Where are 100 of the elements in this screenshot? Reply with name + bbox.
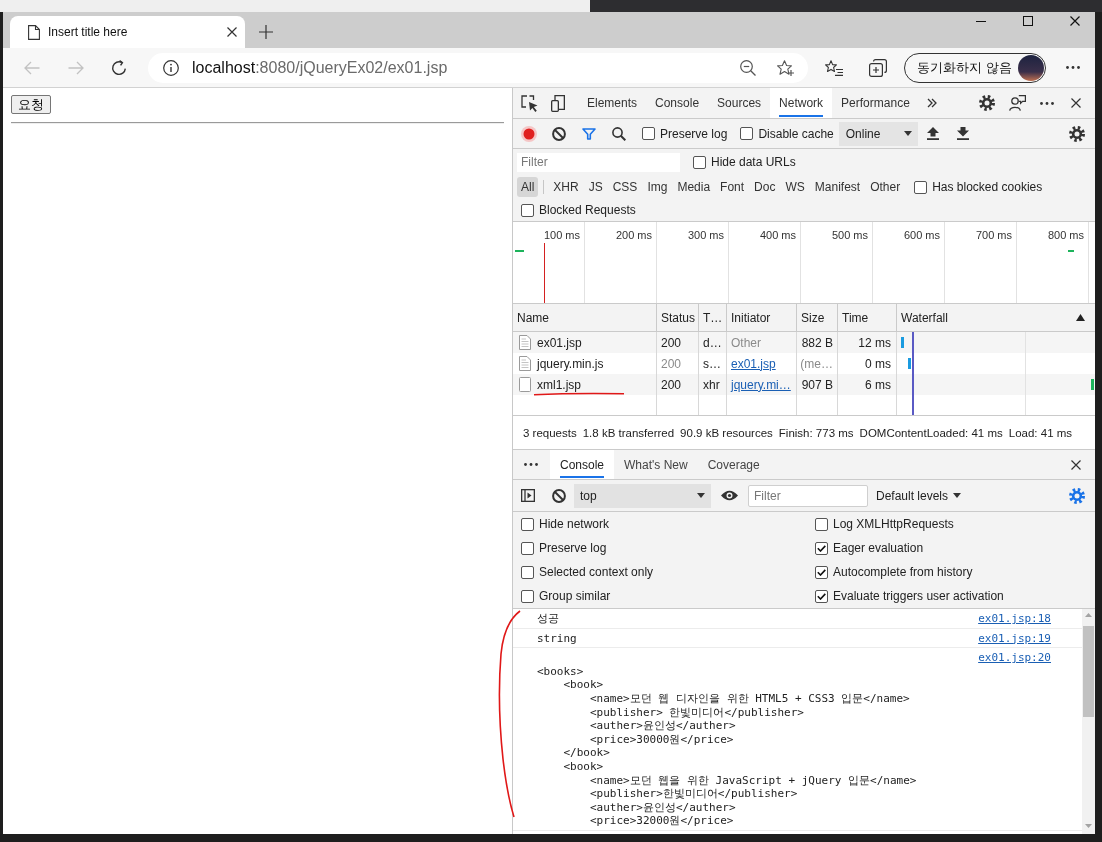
checkbox-label[interactable]: Preserve log (660, 126, 728, 141)
settings-icon[interactable] (1069, 125, 1085, 142)
drawer-tab[interactable]: Coverage (697, 450, 770, 479)
minimize-icon[interactable] (976, 20, 986, 22)
filter-field[interactable]: Filter (517, 152, 680, 172)
devtools-tab[interactable]: Console (646, 88, 709, 118)
checkbox-label[interactable]: Log XMLHttpRequests (833, 517, 954, 531)
type-filter-button[interactable]: Doc (750, 177, 780, 197)
info-icon[interactable] (163, 59, 179, 76)
request-name[interactable]: xml1.jsp (537, 377, 581, 392)
drawer-tab[interactable]: Console (550, 450, 615, 479)
checkbox[interactable] (740, 127, 754, 140)
type-filter-button[interactable]: Font (716, 177, 749, 197)
context-select[interactable]: top (574, 483, 711, 508)
collections-icon[interactable] (869, 58, 887, 77)
maximize-icon[interactable] (1023, 16, 1033, 26)
checkbox-label[interactable]: Group similar (539, 589, 611, 603)
type-filter-button[interactable]: WS (781, 177, 809, 197)
devtools-tab[interactable]: Sources (708, 88, 771, 118)
type-filter-button[interactable]: XHR (549, 177, 583, 197)
request-name[interactable]: ex01.jsp (537, 335, 582, 350)
devtools-tab[interactable]: Elements (578, 88, 647, 118)
type-filter-button[interactable]: Manifest (810, 177, 865, 197)
checkbox-label[interactable]: Autocomplete from history (833, 565, 973, 579)
checkbox-label[interactable]: Evaluate triggers user activation (833, 589, 1004, 603)
checkbox-label[interactable]: Blocked Requests (539, 203, 636, 217)
initiator-link[interactable]: ex01.jsp (731, 356, 776, 371)
request-button[interactable]: 요청 (11, 95, 51, 114)
more-icon[interactable] (524, 463, 538, 466)
column-header[interactable]: Size (797, 304, 838, 331)
close-icon[interactable] (1071, 98, 1081, 108)
log-levels-dropdown[interactable]: Default levels (876, 488, 962, 503)
table-row[interactable]: ex01.jsp 200 d… Other 882 B 12 ms (513, 332, 1095, 353)
clear-icon[interactable] (552, 488, 566, 503)
refresh-icon[interactable] (111, 59, 127, 76)
type-filter-button[interactable]: Img (643, 177, 672, 197)
checkbox[interactable] (693, 155, 706, 169)
devtools-tab[interactable]: Performance (832, 88, 919, 118)
checkbox[interactable] (815, 541, 828, 555)
record-icon[interactable] (521, 125, 537, 142)
checkbox[interactable] (521, 589, 534, 603)
device-icon[interactable] (551, 94, 565, 112)
checkbox-label[interactable]: Disable cache (758, 126, 834, 141)
checkbox[interactable] (642, 127, 655, 140)
feedback-icon[interactable] (1009, 95, 1026, 111)
checkbox-label[interactable]: Selected context only (539, 565, 654, 579)
type-filter-button[interactable]: Media (673, 177, 715, 197)
more-icon[interactable] (1040, 101, 1054, 105)
checkbox-label[interactable]: Hide network (539, 517, 610, 531)
upload-icon[interactable] (926, 127, 939, 140)
favorites-icon[interactable] (825, 59, 843, 76)
drawer-tab[interactable]: What's New (614, 450, 698, 479)
more-icon[interactable] (1065, 66, 1080, 69)
more-tabs-icon[interactable] (926, 98, 937, 108)
checkbox[interactable] (815, 565, 828, 579)
checkbox[interactable] (521, 517, 534, 531)
checkbox[interactable] (815, 517, 828, 531)
checkbox-label[interactable]: Preserve log (539, 541, 607, 555)
table-row[interactable]: xml1.jsp 200 xhr jquery.mi… 907 B 6 ms (513, 374, 1095, 395)
source-link[interactable]: ex01.jsp:19 (978, 631, 1051, 646)
filter-icon[interactable] (582, 127, 596, 140)
checkbox[interactable] (521, 203, 534, 217)
filter-field[interactable]: Filter (748, 484, 868, 507)
eye-icon[interactable] (721, 490, 738, 501)
new-tab-icon[interactable] (259, 25, 273, 39)
type-filter-button[interactable]: All (517, 177, 539, 197)
checkbox[interactable] (815, 589, 828, 603)
inspect-icon[interactable] (521, 94, 538, 112)
column-header[interactable]: Name (513, 304, 657, 331)
address-bar[interactable]: localhost:8080/jQueryEx02/ex01.jsp (148, 52, 808, 83)
browser-tab[interactable]: Insert title here (10, 16, 245, 48)
column-header[interactable]: Initiator (727, 304, 797, 331)
checkbox-label[interactable]: Hide data URLs (711, 155, 796, 169)
initiator-link[interactable]: jquery.mi… (731, 377, 791, 392)
source-link[interactable]: ex01.jsp:20 (978, 651, 1051, 665)
scrollbar-thumb[interactable] (1083, 626, 1094, 717)
download-icon[interactable] (956, 127, 969, 140)
zoom-out-icon[interactable] (740, 59, 756, 76)
column-header[interactable]: Time (838, 304, 897, 331)
settings-icon[interactable] (979, 95, 995, 111)
close-icon[interactable] (1070, 16, 1080, 26)
clear-icon[interactable] (552, 126, 566, 141)
type-filter-button[interactable]: Other (866, 177, 905, 197)
throttling-select[interactable]: Online (838, 121, 918, 146)
close-icon[interactable] (1071, 459, 1081, 470)
search-icon[interactable] (612, 126, 626, 141)
devtools-tab[interactable]: Network (770, 88, 833, 118)
checkbox[interactable] (914, 180, 928, 194)
source-link[interactable]: ex01.jsp:18 (978, 612, 1051, 626)
checkbox-label[interactable]: Eager evaluation (833, 541, 924, 555)
sidebar-icon[interactable] (521, 489, 535, 502)
add-favorite-icon[interactable] (777, 59, 794, 76)
close-icon[interactable] (227, 27, 237, 37)
checkbox-label[interactable]: Has blocked cookies (932, 180, 1043, 194)
request-name[interactable]: jquery.min.js (537, 356, 604, 371)
scrollbar[interactable] (1082, 609, 1095, 834)
checkbox[interactable] (521, 541, 534, 555)
checkbox[interactable] (521, 565, 534, 579)
column-header[interactable]: Status (657, 304, 699, 331)
type-filter-button[interactable]: JS (584, 177, 607, 197)
